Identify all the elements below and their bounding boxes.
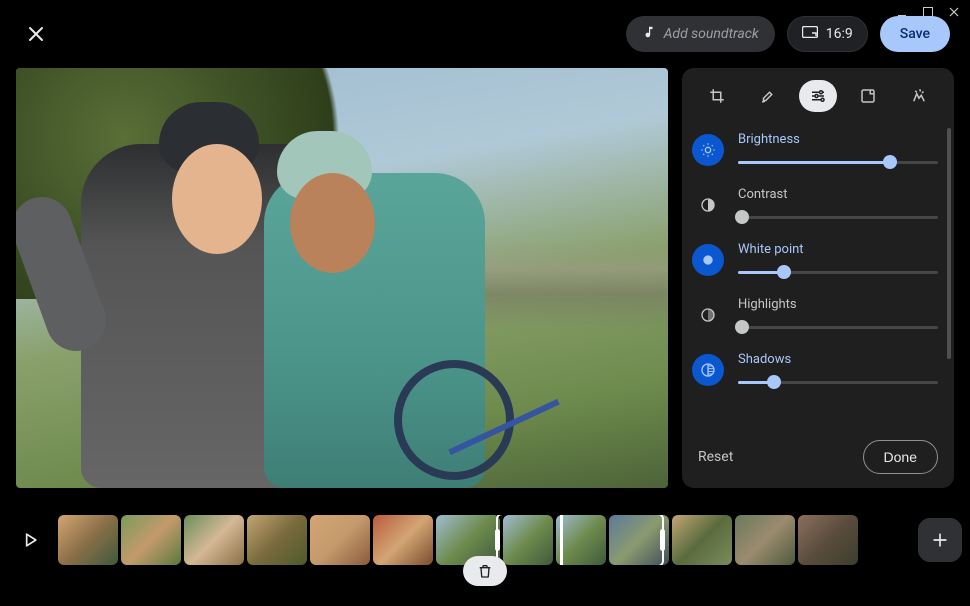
contrast-slider[interactable] <box>738 210 938 224</box>
save-label: Save <box>900 26 930 42</box>
timeline-clip[interactable] <box>121 515 181 565</box>
editor-topbar: Add soundtrack 16:9 Save <box>0 0 970 68</box>
adjustments-panel: Brightness Contrast White point Highlights S… <box>682 68 954 488</box>
reset-button[interactable]: Reset <box>698 449 733 465</box>
adjust-white_point: White point <box>692 232 938 287</box>
aspect-ratio-icon <box>802 26 818 42</box>
tab-crop[interactable] <box>698 80 736 112</box>
adjust-contrast: Contrast <box>692 177 938 232</box>
highlights-icon[interactable] <box>692 299 724 331</box>
white_point-slider[interactable] <box>738 265 938 279</box>
timeline-clip[interactable] <box>373 515 433 565</box>
tab-adjust[interactable] <box>799 80 837 112</box>
tab-tools[interactable] <box>749 80 787 112</box>
panel-scrollbar[interactable] <box>947 128 951 424</box>
timeline-clip[interactable] <box>556 515 606 565</box>
aspect-ratio-button[interactable]: 16:9 <box>787 16 868 52</box>
timeline-clip[interactable] <box>58 515 118 565</box>
timeline <box>0 500 970 580</box>
close-editor-button[interactable] <box>20 18 52 50</box>
highlights-label: Highlights <box>738 297 938 312</box>
panel-tab-row <box>682 78 954 122</box>
save-button[interactable]: Save <box>880 16 950 52</box>
music-note-icon <box>642 25 656 43</box>
timeline-clip[interactable] <box>503 515 553 565</box>
adjust-shadows: Shadows <box>692 342 938 397</box>
timeline-clip[interactable] <box>798 515 858 565</box>
white_point-label: White point <box>738 242 938 257</box>
shadows-label: Shadows <box>738 352 938 367</box>
tab-filters[interactable] <box>849 80 887 112</box>
timeline-clip[interactable] <box>310 515 370 565</box>
timeline-clip[interactable] <box>609 515 669 565</box>
add-soundtrack-button[interactable]: Add soundtrack <box>626 16 775 52</box>
delete-clip-button[interactable] <box>463 556 507 586</box>
preview-canvas[interactable] <box>16 68 668 488</box>
tab-markup[interactable] <box>900 80 938 112</box>
shadows-slider[interactable] <box>738 375 938 389</box>
play-button[interactable] <box>8 518 52 562</box>
shadows-icon[interactable] <box>692 354 724 386</box>
white_point-icon[interactable] <box>692 244 724 276</box>
aspect-ratio-label: 16:9 <box>826 26 853 42</box>
timeline-clip[interactable] <box>247 515 307 565</box>
add-soundtrack-label: Add soundtrack <box>664 26 759 42</box>
timeline-clip[interactable] <box>672 515 732 565</box>
timeline-clip[interactable] <box>735 515 795 565</box>
adjust-highlights: Highlights <box>692 287 938 342</box>
highlights-slider[interactable] <box>738 320 938 334</box>
brightness-label: Brightness <box>738 132 938 147</box>
adjust-brightness: Brightness <box>692 122 938 177</box>
playhead[interactable] <box>560 515 563 565</box>
contrast-label: Contrast <box>738 187 938 202</box>
brightness-icon[interactable] <box>692 134 724 166</box>
adjustments-list: Brightness Contrast White point Highlights S… <box>682 122 954 430</box>
done-button[interactable]: Done <box>863 440 938 474</box>
brightness-slider[interactable] <box>738 155 938 169</box>
timeline-clip[interactable] <box>184 515 244 565</box>
add-clip-button[interactable] <box>918 518 962 562</box>
contrast-icon[interactable] <box>692 189 724 221</box>
